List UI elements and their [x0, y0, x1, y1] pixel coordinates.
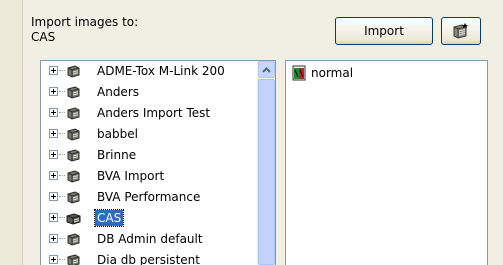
expand-plus-icon[interactable] — [49, 87, 58, 96]
database-icon — [67, 191, 80, 204]
expand-plus-icon[interactable] — [49, 255, 58, 264]
import-button[interactable]: Import — [335, 17, 433, 45]
tree-item[interactable]: Dia db persistent — [41, 250, 258, 265]
expand-plus-icon[interactable] — [49, 192, 58, 201]
import-destination-label: Import images to: CAS — [31, 15, 139, 44]
database-icon — [67, 170, 80, 183]
tree-item-label: babbel — [97, 127, 138, 141]
tree-item-label: DB Admin default — [97, 232, 203, 246]
tree-item-label: Dia db persistent — [97, 253, 200, 265]
expand-plus-icon[interactable] — [49, 108, 58, 117]
tree-item-label: Anders — [97, 85, 139, 99]
tree-item-label: Anders Import Test — [97, 106, 211, 120]
database-icon — [67, 149, 80, 162]
chevron-up-icon — [262, 66, 271, 73]
tree-item[interactable]: ADME-Tox M-Link 200 — [41, 61, 258, 82]
tree-item-label: CAS — [93, 209, 125, 227]
scroll-up-button[interactable] — [258, 61, 275, 78]
expand-plus-icon[interactable] — [49, 234, 58, 243]
database-icon — [67, 65, 80, 78]
tree-item[interactable]: Anders Import Test — [41, 103, 258, 124]
database-icon — [67, 107, 80, 120]
database-new-icon — [453, 23, 468, 39]
scroll-thumb[interactable] — [258, 79, 275, 265]
database-icon — [67, 86, 80, 99]
database-open-icon — [66, 213, 81, 225]
new-database-button[interactable] — [441, 17, 481, 45]
expand-plus-icon[interactable] — [49, 150, 58, 159]
tree-item[interactable]: Brinne — [41, 145, 258, 166]
tree-item-label: BVA Performance — [97, 190, 201, 204]
tree-item-selected[interactable]: CAS — [41, 208, 258, 229]
image-file-icon — [292, 65, 306, 81]
tree-item[interactable]: BVA Performance — [41, 187, 258, 208]
database-icon — [67, 254, 80, 265]
expand-plus-icon[interactable] — [49, 129, 58, 138]
database-icon — [67, 233, 80, 246]
database-icon — [67, 128, 80, 141]
tree-item-label: ADME-Tox M-Link 200 — [97, 64, 225, 78]
tree-item[interactable]: Anders — [41, 82, 258, 103]
tree-item[interactable]: BVA Import — [41, 166, 258, 187]
tree-item-label: Brinne — [97, 148, 137, 162]
tree-vertical-scrollbar[interactable] — [257, 61, 275, 265]
tree-item[interactable]: babbel — [41, 124, 258, 145]
image-item-label: normal — [311, 66, 354, 80]
tree-item-label: BVA Import — [97, 169, 165, 183]
expand-plus-icon[interactable] — [49, 171, 58, 180]
image-list-item[interactable]: normal — [292, 65, 353, 81]
tree-item[interactable]: DB Admin default — [41, 229, 258, 250]
expand-plus-icon[interactable] — [49, 213, 58, 222]
database-tree[interactable]: ADME-Tox M-Link 200 Anders Anders Import… — [40, 60, 276, 265]
expand-plus-icon[interactable] — [49, 66, 58, 75]
database-tree-list: ADME-Tox M-Link 200 Anders Anders Import… — [41, 61, 258, 265]
image-list[interactable]: normal — [285, 60, 488, 265]
